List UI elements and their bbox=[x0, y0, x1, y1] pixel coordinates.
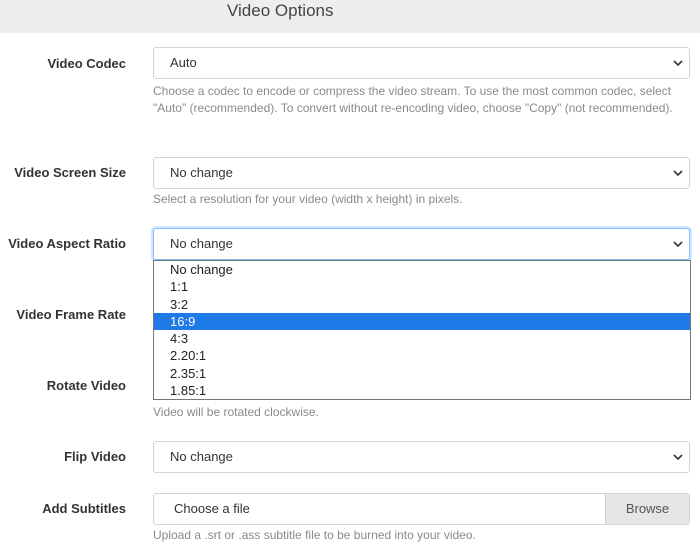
chevron-down-icon bbox=[673, 240, 683, 248]
aspect-ratio-option[interactable]: 1:1 bbox=[154, 278, 690, 295]
flip-video-value: No change bbox=[170, 449, 233, 464]
video-codec-select[interactable]: Auto bbox=[153, 47, 690, 79]
flip-video-label: Flip Video bbox=[64, 449, 126, 464]
aspect-ratio-option[interactable]: 1.85:1 bbox=[154, 382, 690, 399]
video-screen-size-select[interactable]: No change bbox=[153, 157, 690, 189]
add-subtitles-help: Upload a .srt or .ass subtitle file to b… bbox=[153, 528, 476, 542]
aspect-ratio-option[interactable]: 2.35:1 bbox=[154, 365, 690, 382]
flip-video-select[interactable]: No change bbox=[153, 441, 690, 473]
video-aspect-ratio-label: Video Aspect Ratio bbox=[8, 236, 126, 251]
video-codec-label: Video Codec bbox=[47, 56, 126, 71]
video-codec-help: Choose a codec to encode or compress the… bbox=[153, 84, 673, 115]
chevron-down-icon bbox=[673, 453, 683, 461]
chevron-down-icon bbox=[673, 169, 683, 177]
aspect-ratio-option-highlighted[interactable]: 16:9 bbox=[154, 312, 690, 331]
aspect-ratio-option[interactable]: 2.20:1 bbox=[154, 347, 690, 364]
aspect-ratio-dropdown-list[interactable]: No change 1:1 3:2 16:9 4:3 2.20:1 2.35:1… bbox=[153, 260, 691, 400]
video-frame-rate-label: Video Frame Rate bbox=[16, 307, 126, 322]
video-screen-size-value: No change bbox=[170, 165, 233, 180]
video-screen-size-help: Select a resolution for your video (widt… bbox=[153, 192, 463, 206]
chevron-down-icon bbox=[673, 59, 683, 67]
aspect-ratio-option[interactable]: 4:3 bbox=[154, 330, 690, 347]
aspect-ratio-option[interactable]: 3:2 bbox=[154, 296, 690, 313]
video-aspect-ratio-value: No change bbox=[170, 236, 233, 251]
aspect-ratio-option[interactable]: No change bbox=[154, 261, 690, 278]
subtitle-file-placeholder: Choose a file bbox=[174, 501, 250, 516]
add-subtitles-label: Add Subtitles bbox=[42, 501, 126, 516]
video-screen-size-label: Video Screen Size bbox=[14, 165, 126, 180]
rotate-video-label: Rotate Video bbox=[46, 378, 126, 393]
browse-button[interactable]: Browse bbox=[605, 494, 689, 524]
section-title: Video Options bbox=[227, 1, 334, 20]
rotate-video-help: Video will be rotated clockwise. bbox=[153, 405, 319, 419]
video-aspect-ratio-select[interactable]: No change bbox=[153, 228, 690, 260]
subtitle-file-input[interactable]: Choose a file Browse bbox=[153, 493, 690, 525]
section-header: Video Options bbox=[0, 0, 700, 33]
video-codec-value: Auto bbox=[170, 55, 197, 70]
